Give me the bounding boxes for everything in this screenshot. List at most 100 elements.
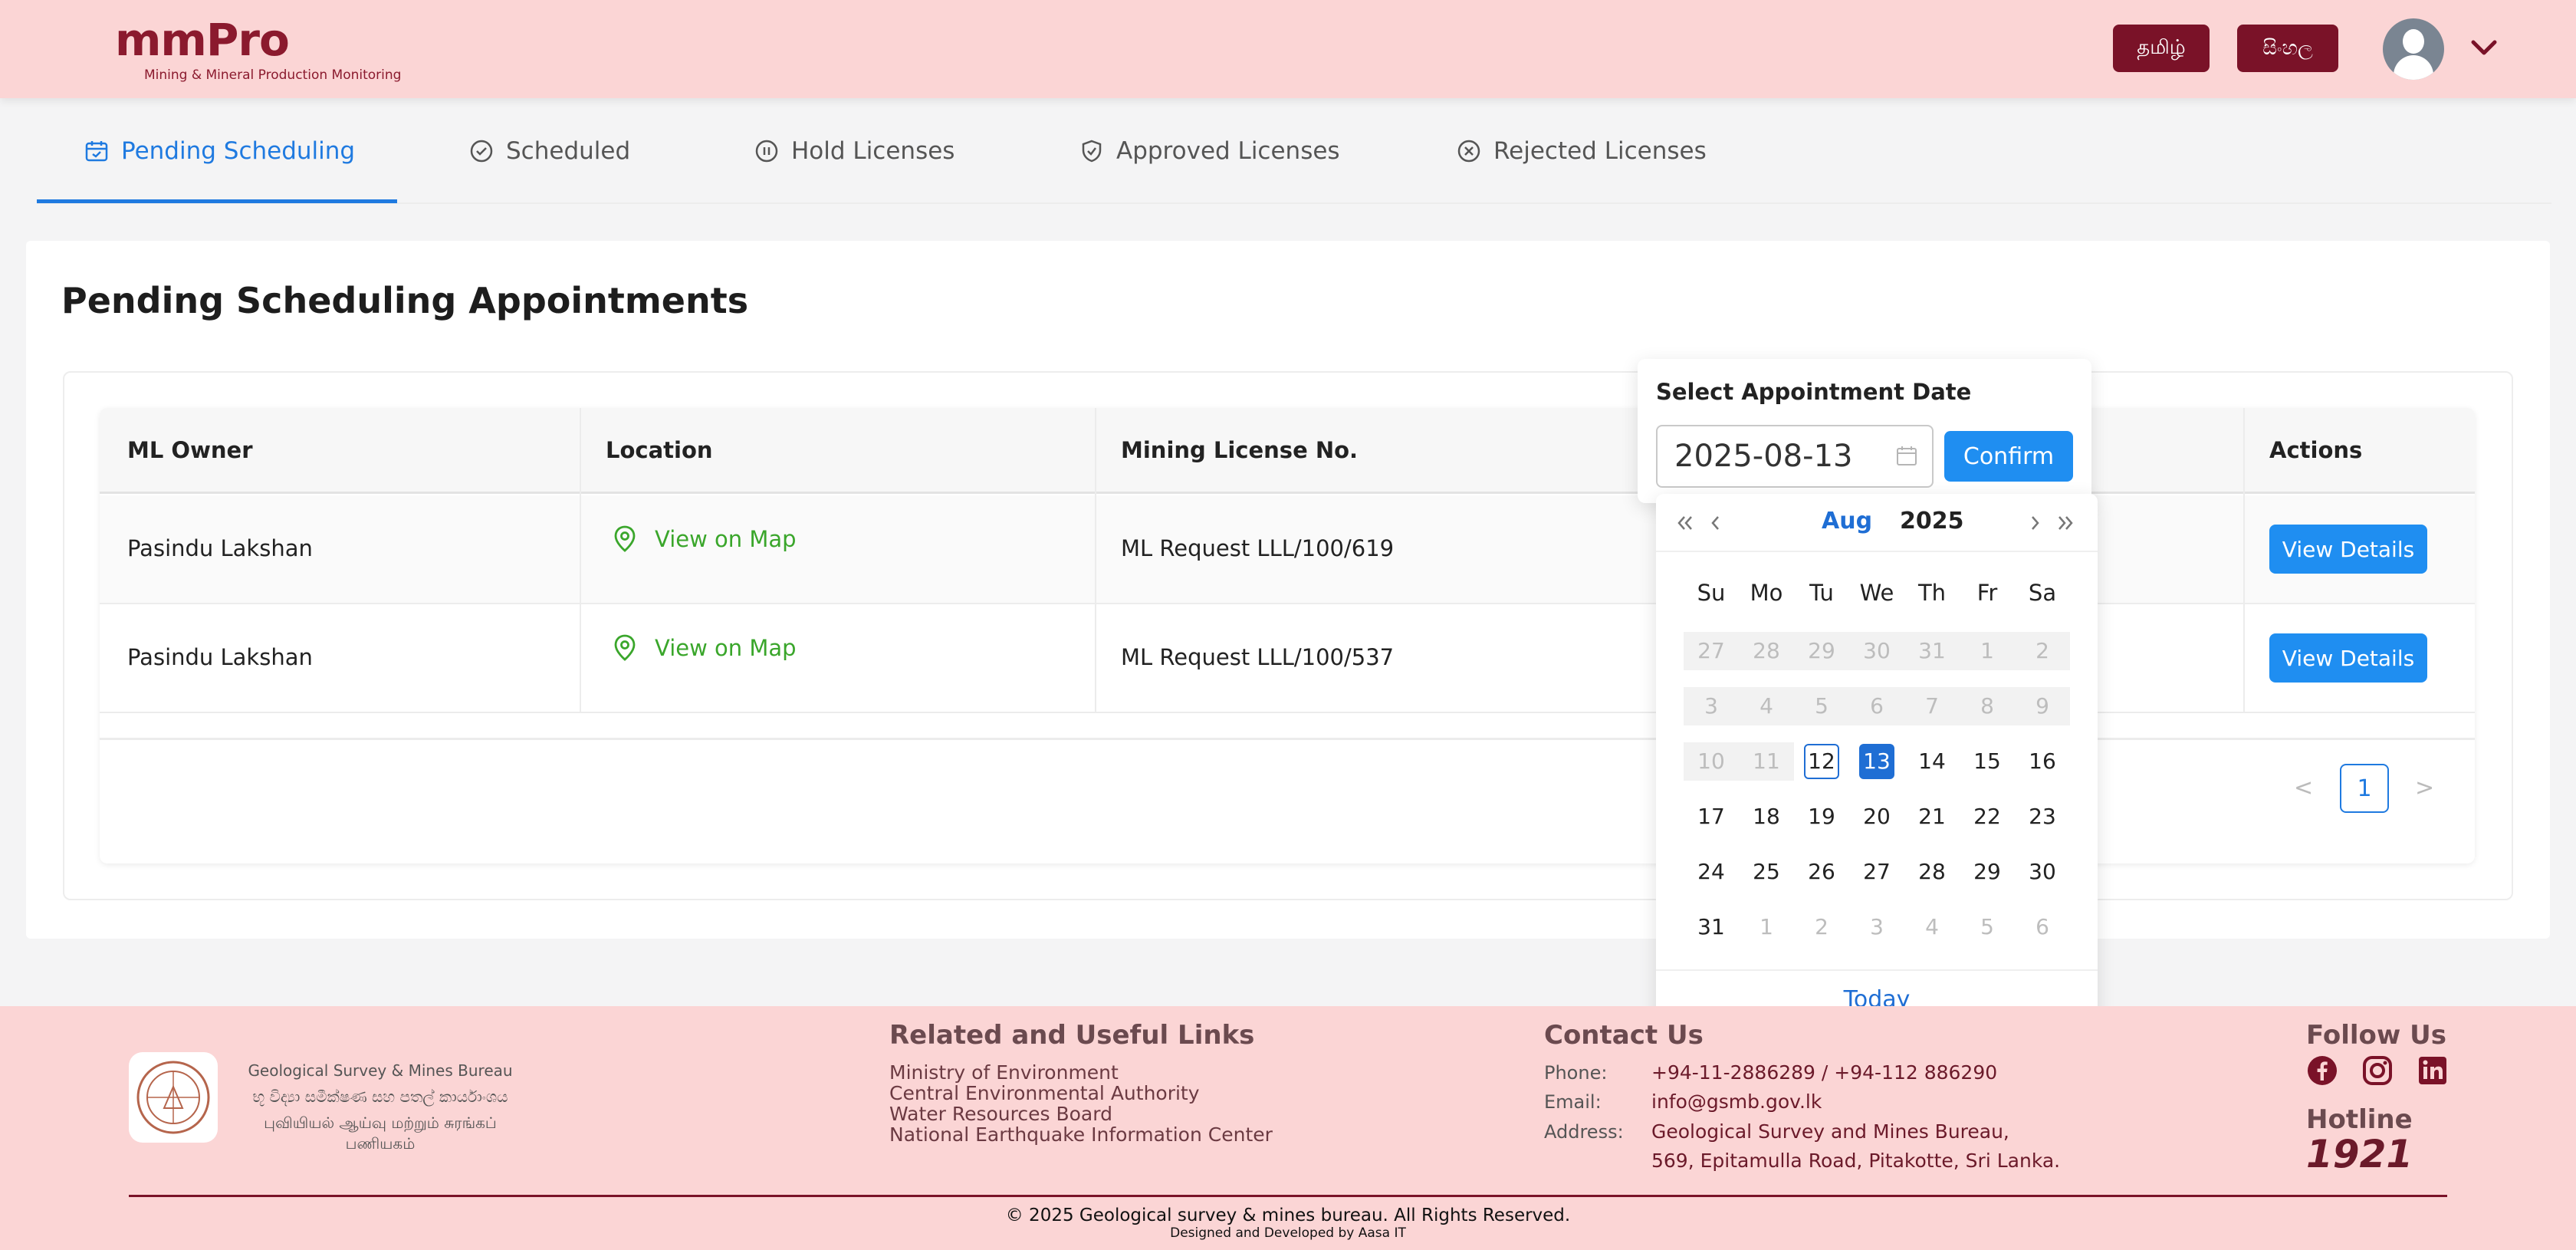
license-cell: ML Request LLL/100/619 bbox=[1121, 535, 1395, 561]
view-details-button[interactable]: View Details bbox=[2269, 525, 2427, 574]
day-number: 27 bbox=[1863, 859, 1891, 884]
weekday-label: Th bbox=[1917, 580, 1947, 606]
tab-hold-licenses[interactable]: Hold Licenses bbox=[754, 98, 955, 204]
day-number: 14 bbox=[1918, 748, 1946, 774]
linkedin-icon[interactable] bbox=[2417, 1054, 2449, 1087]
calendar-day[interactable]: 25 bbox=[1739, 853, 1794, 891]
appointment-date-input[interactable]: 2025-08-13 bbox=[1656, 425, 1934, 488]
chevron-down-icon[interactable] bbox=[2469, 32, 2499, 63]
prev-month-button[interactable] bbox=[1700, 508, 1731, 538]
calendar-day-disabled: 3 bbox=[1684, 687, 1739, 725]
calendar-day-next-month[interactable]: 4 bbox=[1904, 908, 1960, 946]
next-year-button[interactable] bbox=[2050, 508, 2081, 538]
footer-link-cea[interactable]: Central Environmental Authority bbox=[889, 1082, 1200, 1104]
calendar-day[interactable]: 22 bbox=[1960, 798, 2015, 836]
day-number: 7 bbox=[1925, 693, 1939, 719]
view-on-map-link[interactable]: View on Map bbox=[612, 633, 797, 663]
calendar-day[interactable]: 26 bbox=[1794, 853, 1849, 891]
calendar-header: Aug 2025 bbox=[1656, 494, 2098, 552]
owner-cell: Pasindu Lakshan bbox=[127, 644, 313, 670]
calendar-day-next-month[interactable]: 3 bbox=[1849, 908, 1904, 946]
tab-rejected-licenses[interactable]: Rejected Licenses bbox=[1457, 98, 1707, 204]
tab-label: Hold Licenses bbox=[791, 137, 955, 165]
weekday-label: We bbox=[1859, 580, 1894, 606]
pagination-page-button[interactable]: 1 bbox=[2340, 764, 2389, 813]
view-on-map-label: View on Map bbox=[655, 635, 797, 661]
calendar-day[interactable]: 20 bbox=[1849, 798, 1904, 836]
calendar-day-next-month[interactable]: 1 bbox=[1739, 908, 1794, 946]
view-on-map-link[interactable]: View on Map bbox=[612, 525, 797, 554]
calendar-day[interactable]: 24 bbox=[1684, 853, 1739, 891]
column-divider bbox=[1095, 408, 1096, 713]
weekday-label: Su bbox=[1697, 580, 1726, 606]
day-number: 19 bbox=[1808, 804, 1835, 829]
calendar-day-selected[interactable]: 13 bbox=[1849, 742, 1904, 781]
tamil-language-button[interactable]: தமிழ் bbox=[2113, 25, 2210, 72]
day-number: 18 bbox=[1753, 804, 1780, 829]
tab-pending-scheduling[interactable]: Pending Scheduling bbox=[84, 98, 355, 204]
calendar-day[interactable]: 27 bbox=[1849, 853, 1904, 891]
next-month-button[interactable] bbox=[2019, 508, 2050, 538]
map-pin-icon bbox=[614, 634, 636, 661]
pagination-prev-button[interactable]: < bbox=[2294, 775, 2313, 801]
calendar-month[interactable]: Aug bbox=[1822, 508, 1872, 535]
table-footer-divider bbox=[100, 738, 2475, 740]
calendar-day-next-month[interactable]: 6 bbox=[2015, 908, 2070, 946]
calendar-day[interactable]: 14 bbox=[1904, 742, 1960, 781]
org-name-sinhala: භූ විද්‍යා සමීක්ෂණ සහ පතල් කාර්යාංශය bbox=[252, 1087, 508, 1106]
email-link[interactable]: info@gsmb.gov.lk bbox=[1651, 1090, 1822, 1113]
calendar-day-disabled: 29 bbox=[1794, 632, 1849, 670]
avatar-head bbox=[2403, 29, 2424, 54]
address-line-1: Geological Survey and Mines Bureau, bbox=[1651, 1120, 2009, 1143]
day-number: 12 bbox=[1804, 744, 1839, 779]
column-divider bbox=[580, 408, 581, 713]
tab-approved-licenses[interactable]: Approved Licenses bbox=[1079, 98, 1340, 204]
app-logo[interactable]: mmPro bbox=[115, 14, 290, 66]
calendar-day-disabled: 28 bbox=[1739, 632, 1794, 670]
user-avatar[interactable] bbox=[2383, 18, 2444, 80]
day-number: 16 bbox=[2029, 748, 2056, 774]
x-circle-icon bbox=[1457, 140, 1480, 163]
calendar-year[interactable]: 2025 bbox=[1900, 508, 1964, 535]
footer-link-water-board[interactable]: Water Resources Board bbox=[889, 1103, 1112, 1125]
calendar-day[interactable]: 18 bbox=[1739, 798, 1794, 836]
footer-link-ministry[interactable]: Ministry of Environment bbox=[889, 1061, 1119, 1084]
day-number: 15 bbox=[1973, 748, 2001, 774]
calendar-day[interactable]: 19 bbox=[1794, 798, 1849, 836]
column-header-owner: ML Owner bbox=[127, 437, 253, 463]
calendar-day-disabled: 30 bbox=[1849, 632, 1904, 670]
tab-scheduled[interactable]: Scheduled bbox=[469, 98, 630, 204]
calendar-day[interactable]: 15 bbox=[1960, 742, 2015, 781]
map-pin-icon bbox=[614, 525, 636, 552]
calendar-day[interactable]: 23 bbox=[2015, 798, 2070, 836]
column-header-license: Mining License No. bbox=[1121, 437, 1359, 463]
footer-link-earthquake-center[interactable]: National Earthquake Information Center bbox=[889, 1123, 1273, 1146]
instagram-icon[interactable] bbox=[2361, 1054, 2394, 1087]
calendar-day-disabled: 2 bbox=[2015, 632, 2070, 670]
sinhala-language-button[interactable]: සිංහල bbox=[2237, 25, 2338, 72]
column-header-location: Location bbox=[606, 437, 713, 463]
calendar-day-today[interactable]: 12 bbox=[1794, 742, 1849, 781]
calendar-day[interactable]: 21 bbox=[1904, 798, 1960, 836]
calendar-day-disabled: 31 bbox=[1904, 632, 1960, 670]
calendar-day[interactable]: 31 bbox=[1684, 908, 1739, 946]
confirm-button[interactable]: Confirm bbox=[1944, 431, 2073, 482]
calendar-day[interactable]: 16 bbox=[2015, 742, 2070, 781]
calendar-day[interactable]: 29 bbox=[1960, 853, 2015, 891]
prev-year-button[interactable] bbox=[1670, 508, 1700, 538]
calendar-day[interactable]: 28 bbox=[1904, 853, 1960, 891]
logo-pro: Pro bbox=[205, 14, 290, 66]
calendar-day[interactable]: 30 bbox=[2015, 853, 2070, 891]
view-on-map-label: View on Map bbox=[655, 526, 797, 552]
calendar-day-next-month[interactable]: 5 bbox=[1960, 908, 2015, 946]
date-picker-calendar: Aug 2025 Su Mo Tu We Th Fr Sa 27 28 29 3… bbox=[1656, 494, 2098, 1028]
facebook-icon[interactable] bbox=[2306, 1054, 2338, 1087]
follow-heading: Follow Us bbox=[2306, 1020, 2446, 1051]
calendar-day[interactable]: 17 bbox=[1684, 798, 1739, 836]
pagination-next-button[interactable]: > bbox=[2415, 775, 2434, 801]
calendar-day-next-month[interactable]: 2 bbox=[1794, 908, 1849, 946]
view-details-button[interactable]: View Details bbox=[2269, 633, 2427, 683]
designed-by-text: Designed and Developed by Aasa IT bbox=[1170, 1225, 1406, 1241]
popup-title: Select Appointment Date bbox=[1656, 379, 1972, 405]
tab-label: Scheduled bbox=[506, 137, 631, 165]
